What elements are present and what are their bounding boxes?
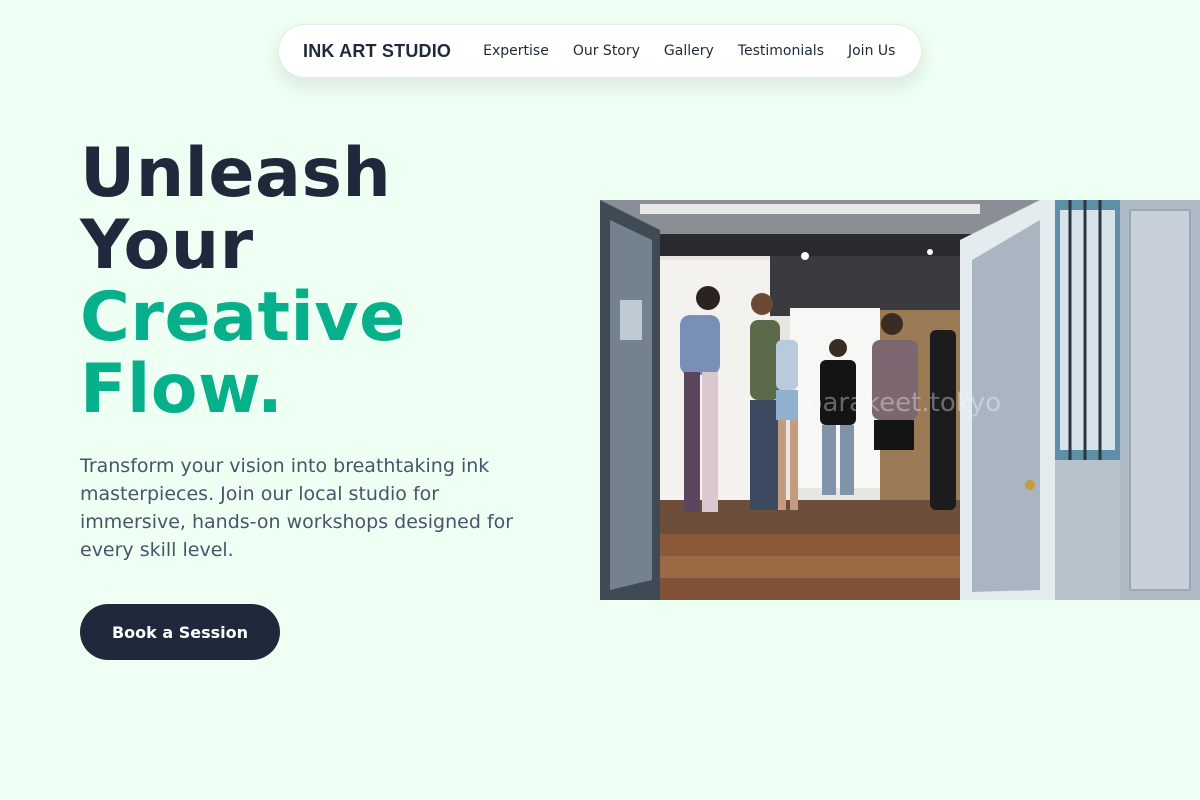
- hero-title-accent-line-1: Creative: [80, 278, 406, 357]
- hero-title-line-2: Your: [80, 206, 254, 285]
- top-nav: INK ART STUDIO Expertise Our Story Galle…: [278, 24, 922, 78]
- nav-link-join-us[interactable]: Join Us: [848, 43, 895, 59]
- landing-page: INK ART STUDIO Expertise Our Story Galle…: [0, 0, 1200, 800]
- hero-studio-photo: parakeet.tokyo: [600, 200, 1200, 600]
- brand-logo-text[interactable]: INK ART STUDIO: [303, 41, 451, 62]
- nav-link-our-story[interactable]: Our Story: [573, 43, 640, 59]
- nav-link-expertise[interactable]: Expertise: [483, 43, 549, 59]
- hero-title: Unleash Your Creative Flow.: [80, 138, 406, 426]
- hero-description: Transform your vision into breathtaking …: [80, 455, 514, 561]
- book-session-button[interactable]: Book a Session: [80, 604, 280, 660]
- hero-title-accent-line-2: Flow.: [80, 350, 284, 429]
- nav-link-testimonials[interactable]: Testimonials: [738, 43, 824, 59]
- nav-link-gallery[interactable]: Gallery: [664, 43, 714, 59]
- image-watermark: parakeet.tokyo: [806, 388, 1002, 418]
- nav-links: Expertise Our Story Gallery Testimonials…: [483, 43, 895, 59]
- hero-title-line-1: Unleash: [80, 134, 392, 213]
